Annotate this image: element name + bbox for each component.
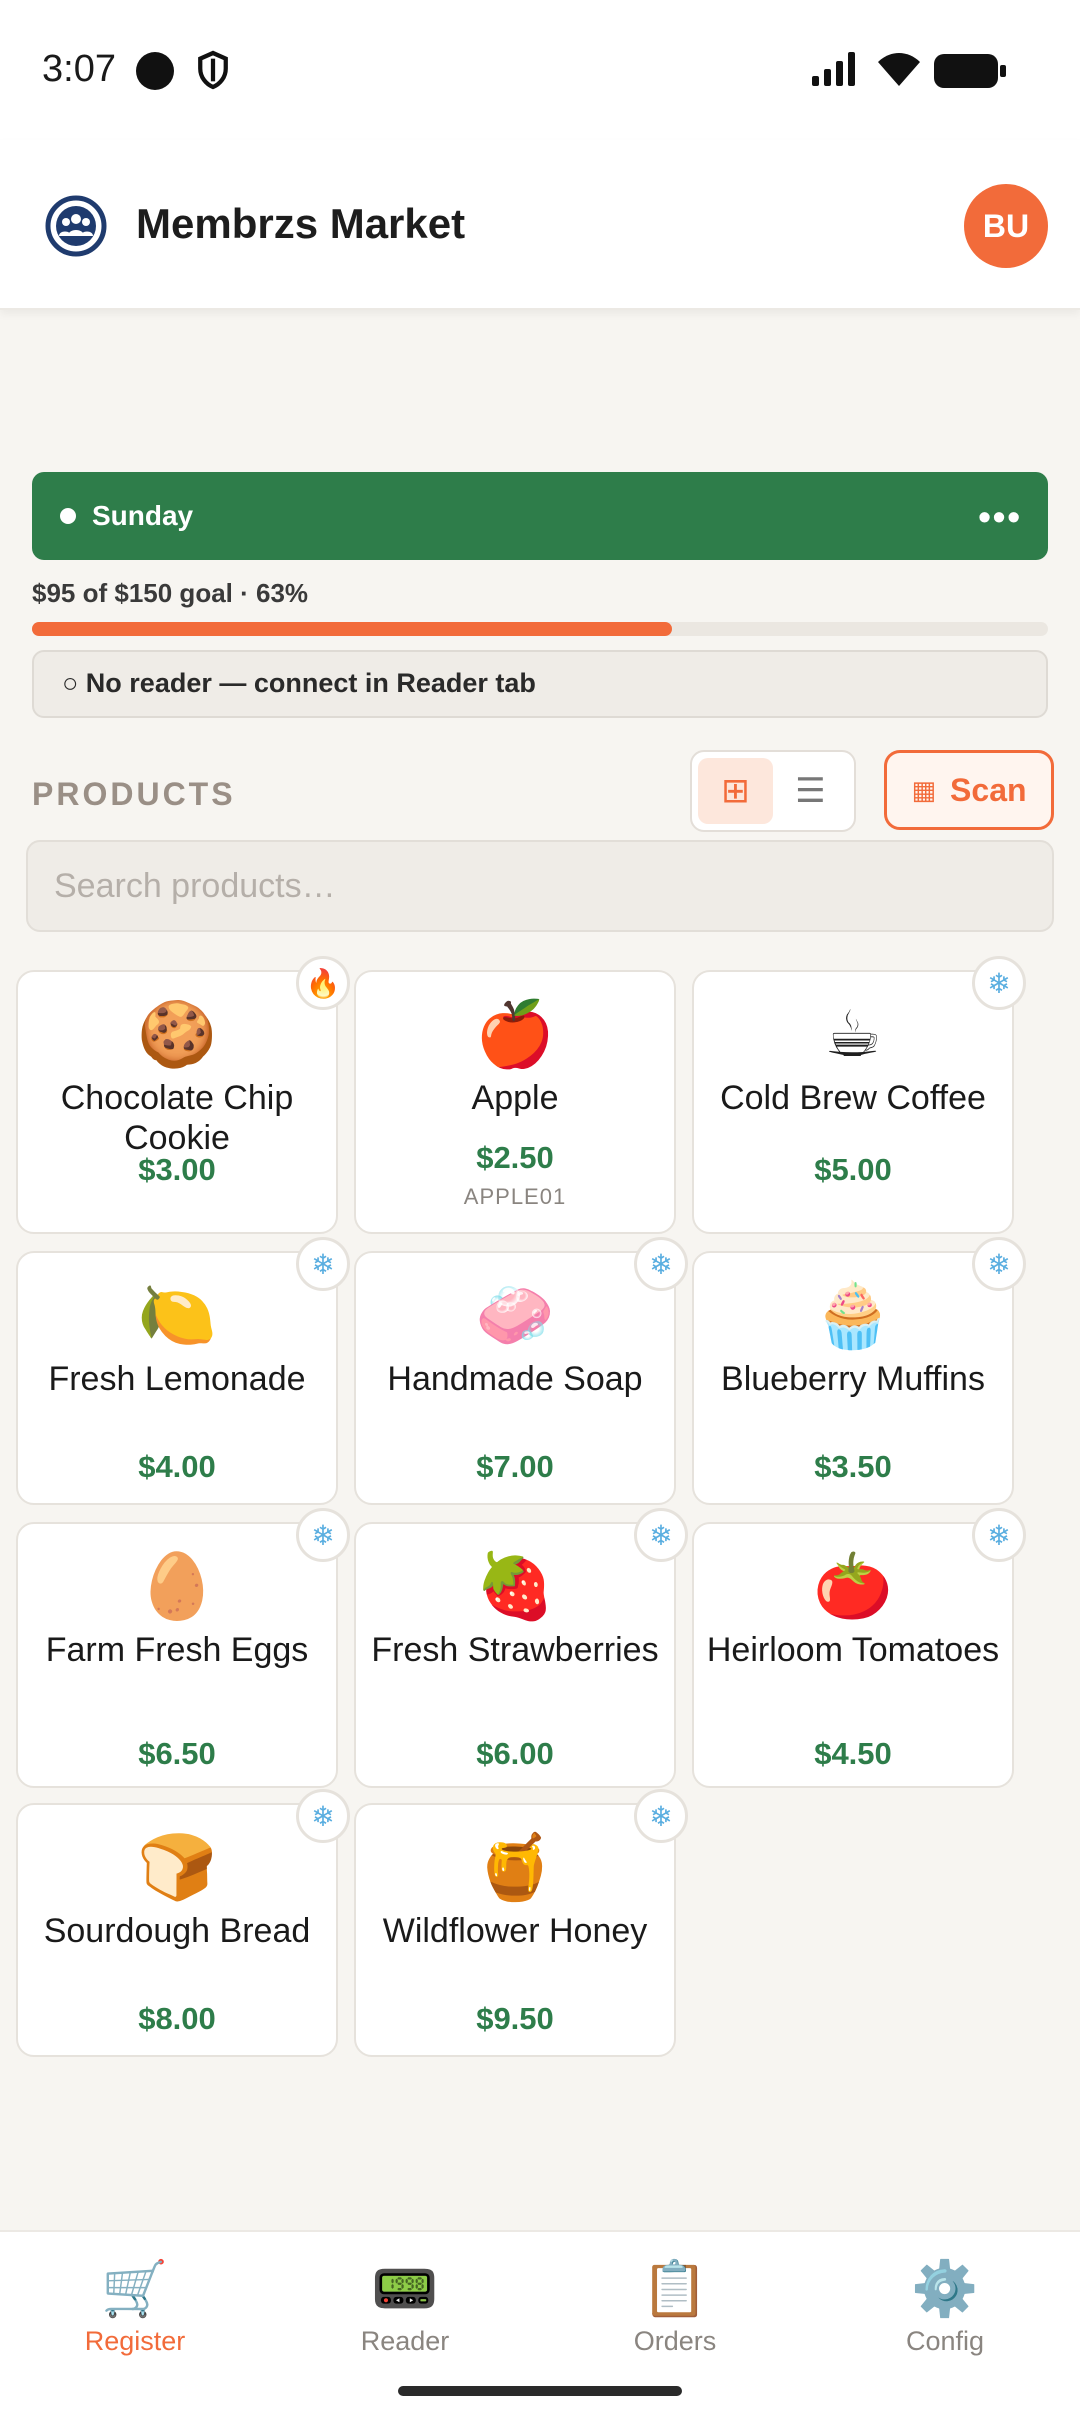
status-bar: 3:07 (0, 0, 1080, 140)
goal-progress-fill (32, 622, 673, 636)
product-card[interactable]: 🍪 Chocolate Chip Cookie $3.00 (16, 970, 338, 1234)
nav-config-label: Config (905, 2326, 985, 2356)
product-name: Chocolate Chip Cookie (60, 1079, 294, 1157)
cart-icon: 🛒 (101, 2259, 169, 2319)
product-card[interactable]: ☕ Cold Brew Coffee $5.00 (692, 970, 1014, 1234)
product-price: $6.00 (476, 1736, 554, 1771)
product-price: $4.50 (814, 1736, 892, 1771)
product-emoji-icon: 🥚 (137, 1550, 217, 1622)
app-header: Membrzs Market BU (0, 140, 1080, 310)
product-price: $7.00 (476, 1449, 554, 1484)
user-avatar[interactable]: BU (964, 184, 1048, 268)
product-card[interactable]: 🍎 Apple $2.50 APPLE01 (354, 970, 676, 1234)
barcode-icon: ▦ (911, 774, 937, 805)
nav-register[interactable]: 🛒 Register (0, 2256, 270, 2357)
snowflake-icon: ❄ (296, 1237, 350, 1291)
product-price: $5.00 (814, 1152, 892, 1187)
reader-status-banner: ○ No reader — connect in Reader tab (32, 650, 1048, 718)
product-emoji-icon: 🍎 (475, 998, 555, 1070)
list-view-icon[interactable]: ☰ (773, 758, 848, 824)
wifi-icon (878, 53, 920, 86)
product-emoji-icon: 🍪 (137, 998, 217, 1070)
clipboard-icon: 📋 (641, 2259, 709, 2319)
home-indicator (398, 2386, 682, 2396)
product-price: $6.50 (138, 1736, 216, 1771)
snowflake-icon: ❄ (972, 1508, 1026, 1562)
product-name: Apple (471, 1079, 559, 1117)
product-price: $3.00 (138, 1152, 216, 1187)
snowflake-icon: ❄ (634, 1508, 688, 1562)
grid-view-icon[interactable]: ⊞ (698, 758, 773, 824)
shield-icon (198, 50, 228, 90)
product-emoji-icon: 🍓 (475, 1550, 555, 1622)
product-price: $3.50 (814, 1449, 892, 1484)
session-bar[interactable]: Sunday ••• (32, 472, 1048, 560)
product-name: Heirloom Tomatoes (706, 1631, 1000, 1669)
notification-dot-icon (136, 52, 174, 90)
product-card[interactable]: 🍞 Sourdough Bread $8.00 (16, 1803, 338, 2057)
view-toggle: ⊞ ☰ (690, 750, 856, 832)
product-emoji-icon: 🍞 (137, 1831, 217, 1903)
product-emoji-icon: 🍅 (813, 1550, 893, 1622)
goal-progress-bar (32, 622, 1048, 636)
battery-icon (934, 54, 1006, 88)
pager-icon: 📟 (371, 2259, 439, 2319)
session-label: Sunday (92, 500, 194, 531)
product-name: Handmade Soap (387, 1360, 643, 1398)
snowflake-icon: ❄ (296, 1508, 350, 1562)
product-emoji-icon: 🧁 (813, 1279, 893, 1351)
gear-icon: ⚙️ (911, 2259, 979, 2319)
product-price: $4.00 (138, 1449, 216, 1484)
product-name: Fresh Lemonade (48, 1360, 306, 1398)
snowflake-icon: ❄ (972, 956, 1026, 1010)
product-card[interactable]: 🍓 Fresh Strawberries $6.00 (354, 1522, 676, 1788)
product-card[interactable]: 🍯 Wildflower Honey $9.50 (354, 1803, 676, 2057)
snowflake-icon: ❄ (634, 1237, 688, 1291)
app-title: Membrzs Market (136, 200, 466, 247)
search-input[interactable] (26, 840, 1054, 932)
more-options-icon[interactable]: ••• (978, 496, 1022, 538)
product-name: Cold Brew Coffee (720, 1079, 986, 1117)
scan-button-label: Scan (950, 771, 1027, 808)
nav-config[interactable]: ⚙️ Config (810, 2256, 1080, 2357)
fire-icon: 🔥 (296, 956, 350, 1010)
product-sku: APPLE01 (463, 1184, 567, 1209)
scan-button[interactable]: ▦ Scan (884, 750, 1054, 830)
product-price: $8.00 (138, 2001, 216, 2036)
product-price: $2.50 (476, 1140, 554, 1175)
goal-progress-text: $95 of $150 goal · 63% (32, 578, 309, 608)
product-card[interactable]: 🍅 Heirloom Tomatoes $4.50 (692, 1522, 1014, 1788)
product-name: Blueberry Muffins (721, 1360, 985, 1398)
community-logo-icon (45, 195, 107, 257)
product-card[interactable]: 🧁 Blueberry Muffins $3.50 (692, 1251, 1014, 1505)
snowflake-icon: ❄ (972, 1237, 1026, 1291)
products-heading: PRODUCTS (32, 776, 236, 812)
product-name: Fresh Strawberries (371, 1631, 659, 1669)
session-active-dot-icon (60, 508, 76, 524)
snowflake-icon: ❄ (634, 1789, 688, 1843)
product-emoji-icon: 🧼 (475, 1279, 555, 1351)
nav-register-label: Register (84, 2326, 186, 2356)
product-card[interactable]: 🥚 Farm Fresh Eggs $6.50 (16, 1522, 338, 1788)
product-name: Farm Fresh Eggs (45, 1631, 309, 1669)
snowflake-icon: ❄ (296, 1789, 350, 1843)
product-emoji-icon: 🍯 (475, 1831, 555, 1903)
signal-icon (812, 52, 855, 86)
nav-reader-label: Reader (360, 2326, 450, 2356)
status-time: 3:07 (42, 48, 116, 90)
product-emoji-icon: ☕ (824, 998, 882, 1070)
product-card[interactable]: 🍋 Fresh Lemonade $4.00 (16, 1251, 338, 1505)
nav-reader[interactable]: 📟 Reader (270, 2256, 540, 2357)
product-name: Wildflower Honey (382, 1912, 648, 1950)
product-name: Sourdough Bread (43, 1912, 311, 1950)
product-emoji-icon: 🍋 (137, 1279, 217, 1351)
product-price: $9.50 (476, 2001, 554, 2036)
nav-orders-label: Orders (633, 2326, 717, 2356)
nav-orders[interactable]: 📋 Orders (540, 2256, 810, 2357)
product-card[interactable]: 🧼 Handmade Soap $7.00 (354, 1251, 676, 1505)
